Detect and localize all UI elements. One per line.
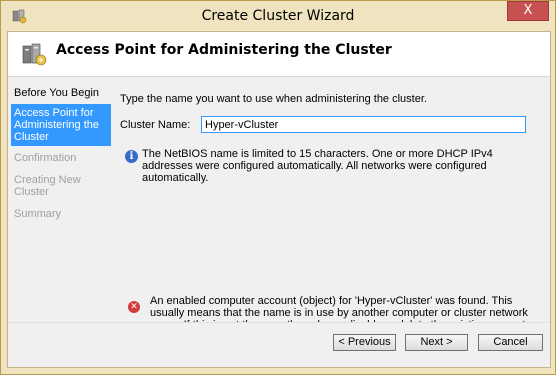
- wizard-content: Type the name you want to use when admin…: [120, 77, 550, 343]
- cluster-name-input[interactable]: [201, 116, 526, 133]
- wizard-footer: < Previous Next > Cancel: [8, 322, 550, 367]
- wizard-body: Before You Begin Access Point for Admini…: [8, 77, 550, 343]
- step-access-point[interactable]: Access Point for Administering the Clust…: [11, 104, 111, 146]
- cluster-server-icon: [22, 43, 47, 66]
- step-confirmation: Confirmation: [14, 152, 77, 164]
- step-creating-new-cluster: Creating New Cluster: [14, 174, 81, 198]
- window-title: Create Cluster Wizard: [201, 8, 355, 24]
- info-icon: i: [125, 150, 138, 163]
- previous-button[interactable]: < Previous: [333, 334, 396, 351]
- info-message: The NetBIOS name is limited to 15 charac…: [142, 148, 493, 184]
- error-icon: ✕: [128, 301, 140, 313]
- next-button[interactable]: Next >: [405, 334, 468, 351]
- close-button[interactable]: X: [507, 1, 549, 21]
- page-title: Access Point for Administering the Clust…: [56, 42, 392, 58]
- cancel-button[interactable]: Cancel: [478, 334, 543, 351]
- instruction-text: Type the name you want to use when admin…: [120, 93, 427, 105]
- wizard-header: Access Point for Administering the Clust…: [8, 32, 550, 77]
- wizard-window: Create Cluster Wizard X Access Point for…: [0, 0, 556, 375]
- step-before-you-begin[interactable]: Before You Begin: [11, 85, 111, 101]
- step-summary: Summary: [14, 208, 62, 220]
- cluster-name-label: Cluster Name:: [120, 119, 191, 131]
- wizard-client-area: Access Point for Administering the Clust…: [7, 31, 551, 368]
- title-bar[interactable]: Create Cluster Wizard X: [1, 1, 555, 31]
